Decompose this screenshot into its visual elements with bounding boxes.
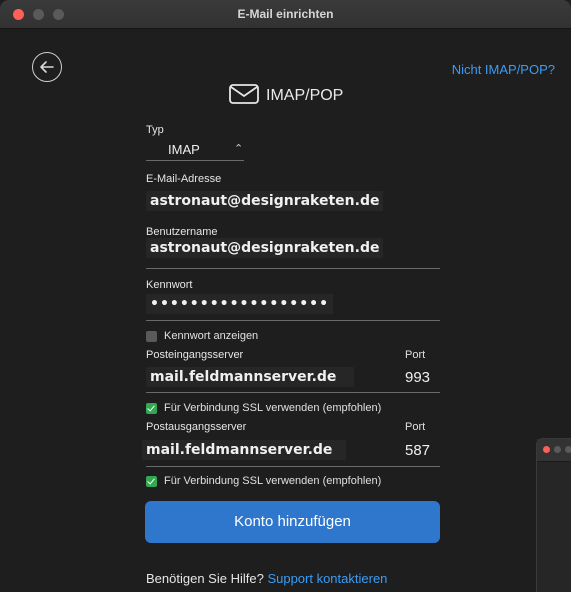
type-select[interactable]: IMAP ⌃ bbox=[146, 140, 244, 160]
arrow-left-icon bbox=[40, 61, 54, 73]
show-password-label: Kennwort anzeigen bbox=[164, 330, 259, 342]
incoming-port-label: Port bbox=[405, 349, 426, 361]
section-title: IMAP/POP bbox=[266, 87, 344, 104]
type-value: IMAP bbox=[168, 142, 200, 157]
password-field[interactable]: •••••••••••••••••• bbox=[146, 294, 334, 314]
outgoing-underline bbox=[146, 466, 440, 467]
username-field[interactable]: astronaut@designraketen.de bbox=[146, 238, 384, 258]
title-bar: E-Mail einrichten bbox=[0, 0, 571, 29]
bg-max-dot bbox=[565, 446, 571, 453]
window-title: E-Mail einrichten bbox=[237, 7, 334, 21]
outgoing-port-field[interactable]: 587 bbox=[405, 442, 430, 459]
password-label: Kennwort bbox=[146, 279, 193, 291]
envelope-icon bbox=[229, 84, 259, 104]
updown-chevron-icon: ⌃ bbox=[234, 143, 244, 155]
back-button[interactable] bbox=[32, 52, 62, 82]
type-label: Typ bbox=[146, 124, 164, 136]
show-password-checkbox[interactable] bbox=[146, 331, 157, 342]
help-text: Benötigen Sie Hilfe? bbox=[146, 571, 264, 586]
email-field[interactable]: astronaut@designraketen.de bbox=[146, 191, 384, 211]
incoming-port-field[interactable]: 993 bbox=[405, 369, 430, 386]
password-underline bbox=[146, 320, 440, 321]
incoming-ssl-label: Für Verbindung SSL verwenden (empfohlen) bbox=[164, 402, 382, 414]
outgoing-ssl-checkbox[interactable] bbox=[146, 476, 157, 487]
add-account-button[interactable]: Konto hinzufügen bbox=[145, 501, 440, 543]
incoming-server-field[interactable]: mail.feldmannserver.de bbox=[146, 367, 354, 387]
bg-min-dot bbox=[554, 446, 561, 453]
email-label: E-Mail-Adresse bbox=[146, 173, 222, 185]
username-underline bbox=[146, 268, 440, 269]
incoming-ssl-checkbox[interactable] bbox=[146, 403, 157, 414]
background-window[interactable] bbox=[536, 438, 571, 592]
background-window-titlebar bbox=[537, 439, 571, 462]
type-underline bbox=[146, 160, 244, 161]
username-label: Benutzername bbox=[146, 226, 218, 238]
bg-close-dot bbox=[543, 446, 550, 453]
incoming-server-label: Posteingangsserver bbox=[146, 349, 244, 361]
outgoing-server-field[interactable]: mail.feldmannserver.de bbox=[142, 440, 346, 460]
help-line: Benötigen Sie Hilfe? Support kontaktiere… bbox=[146, 571, 387, 586]
email-setup-window: E-Mail einrichten Nicht IMAP/POP? IMAP/P… bbox=[0, 0, 571, 592]
contact-support-link[interactable]: Support kontaktieren bbox=[267, 571, 387, 586]
outgoing-port-label: Port bbox=[405, 421, 426, 433]
not-imap-pop-link[interactable]: Nicht IMAP/POP? bbox=[452, 62, 555, 77]
outgoing-ssl-label: Für Verbindung SSL verwenden (empfohlen) bbox=[164, 475, 382, 487]
incoming-underline bbox=[146, 392, 440, 393]
outgoing-server-label: Postausgangsserver bbox=[146, 421, 247, 433]
